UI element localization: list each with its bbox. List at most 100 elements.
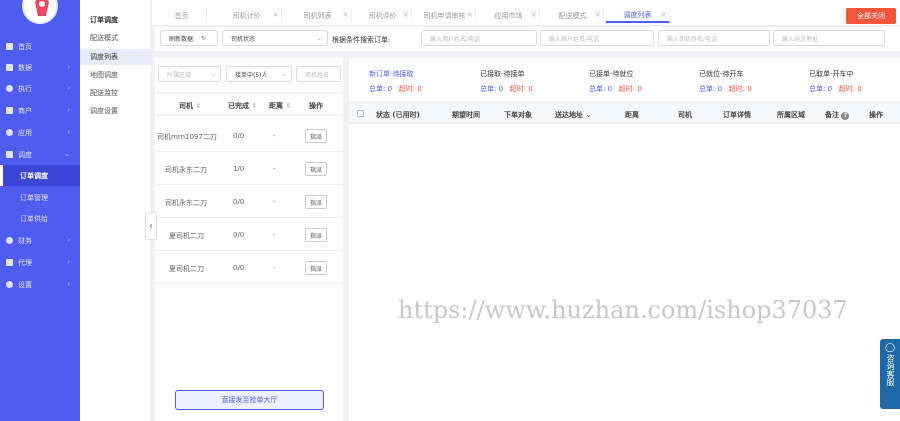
sidebar-item-label: 调度	[18, 150, 32, 159]
column-header-completed[interactable]: 已完成 ⇕	[228, 101, 257, 111]
app-logo	[22, 0, 58, 24]
sidebar-item-label: 应用	[18, 128, 32, 137]
merchant-search-input[interactable]: 输入商户姓名/电话	[540, 30, 654, 46]
secondary-nav-item-dispatch-list[interactable]: 调度列表	[80, 49, 152, 65]
assign-button[interactable]: 指派	[305, 129, 327, 143]
order-table-header: 状态 (已用时) 期望时间 下单对象 送达地址 ⌄ 距离 司机 订单详情 所属区…	[349, 102, 900, 124]
chevron-down-icon: ⌄	[316, 34, 322, 42]
collapse-panel-icon[interactable]: ‹	[145, 212, 157, 240]
stat-timeout: 超时: 0	[838, 85, 862, 93]
secondary-nav-item-dispatch-settings[interactable]: 调度设置	[80, 103, 152, 119]
sidebar-sub-order-supply[interactable]: 订单供给	[0, 208, 80, 229]
filter-bar: 刷新数据 ↻ 司机状态 ⌄ 根据条件搜索订单: 输入用户姓名/电话 输入商户姓名/电…	[155, 27, 900, 51]
tab-label: 调度列表	[623, 10, 652, 19]
region-select[interactable]: 所属区域 ⌄	[158, 66, 221, 82]
chevron-down-icon: ⌄	[64, 150, 70, 158]
sidebar-item-merchant[interactable]: 商户 ›	[0, 100, 80, 121]
column-header-distance[interactable]: 距离 ⇕	[269, 101, 291, 111]
sidebar-item-home[interactable]: 首页	[0, 36, 80, 57]
home-icon	[6, 43, 13, 50]
close-icon[interactable]: ×	[402, 10, 409, 19]
shop-icon	[6, 107, 13, 114]
stat-counts: 总单: 0 超时: 0	[480, 84, 533, 94]
sidebar-item-label: 财务	[18, 236, 32, 245]
table-row: 司机永东二刀 1/0 - 指派	[155, 153, 343, 185]
stat-awaiting-arrival[interactable]: 已接单-待就位 总单: 0 超时: 0	[589, 69, 642, 93]
sidebar-item-apps[interactable]: 应用 ›	[0, 122, 80, 143]
stat-accepted[interactable]: 已接取-待接单 总单: 0 超时: 0	[480, 69, 533, 93]
close-icon[interactable]: ×	[530, 10, 537, 19]
tab-driver-application[interactable]: 司机申请审核 ×	[414, 8, 476, 23]
refresh-button[interactable]: 刷新数据 ↻	[160, 30, 218, 46]
sidebar-item-data[interactable]: 数据 ›	[0, 57, 80, 78]
send-to-grab-hall-button[interactable]: 直接发至抢单大厅	[175, 390, 324, 410]
close-icon[interactable]: ×	[272, 10, 279, 19]
tab-driver-list[interactable]: 司机列表 ×	[284, 8, 352, 23]
sidebar-item-finance[interactable]: 财务 ›	[0, 230, 80, 251]
accepting-select-value: 接单中(5)人	[235, 71, 268, 79]
assign-button[interactable]: 指派	[305, 228, 327, 242]
column-header-region: 所属区域	[777, 111, 805, 119]
consult-service-button[interactable]: ◯ 咨询客服	[880, 339, 900, 409]
close-icon[interactable]: ×	[660, 10, 667, 19]
stat-total: 总单: 0	[809, 85, 833, 93]
column-header-order-detail: 订单详情	[723, 111, 751, 119]
assign-button[interactable]: 指派	[305, 162, 327, 176]
driver-name: 夏司机二刀	[169, 265, 204, 273]
column-header-order-target: 下单对象	[504, 111, 532, 119]
driver-search-input[interactable]: 输入司机姓名/电话	[658, 30, 770, 46]
column-header-action: 操作	[869, 111, 883, 119]
driver-name: 司机mrn1097二刀	[157, 133, 217, 141]
driver-status-select[interactable]: 司机状态 ⌄	[222, 30, 328, 46]
completed-count: 1/0	[233, 165, 245, 173]
tab-driver-review[interactable]: 司机评价 ×	[354, 8, 412, 23]
column-header-status: 状态 (已用时)	[376, 111, 420, 119]
order-panel: 新订单-待接取 总单: 0 超时: 0 已接取-待接单 总单: 0 超时: 0 已接…	[349, 58, 900, 421]
assign-button[interactable]: 指派	[305, 195, 327, 209]
close-icon[interactable]: ×	[594, 10, 601, 19]
table-row: 夏司机二刀 0/0 - 指派	[155, 252, 343, 284]
secondary-nav-heading: 订单调度	[90, 16, 118, 24]
close-icon[interactable]: ×	[466, 10, 473, 19]
secondary-nav-item-map-dispatch[interactable]: 地图调度	[80, 67, 152, 83]
sidebar-item-agent[interactable]: 代理 ›	[0, 252, 80, 273]
secondary-nav-item-delivery-mode[interactable]: 配送模式	[80, 30, 152, 46]
chart-icon	[6, 64, 13, 71]
chevron-right-icon: ›	[67, 236, 70, 244]
table-row: 司机mrn1097二刀 0/0 - 指派	[155, 120, 343, 152]
help-icon[interactable]: ?	[841, 112, 850, 120]
sidebar-sub-order-manage[interactable]: 订单管理	[0, 187, 80, 208]
tab-home[interactable]: 首页	[157, 8, 207, 23]
driver-table-header: 司机 ⇕ 已完成 ⇕ 距离 ⇕ 操作	[155, 92, 343, 116]
column-header-driver[interactable]: 司机 ⇕	[179, 101, 201, 111]
user-search-input[interactable]: 输入用户姓名/电话	[421, 30, 537, 46]
accepting-drivers-select[interactable]: 接单中(5)人 ⌄	[226, 66, 292, 82]
close-icon[interactable]: ×	[342, 10, 349, 19]
address-search-input[interactable]: 输入运送地址	[773, 30, 885, 46]
tab-delivery-mode[interactable]: 配送模式 ×	[542, 8, 604, 23]
sidebar-sub-order-dispatch[interactable]: 订单调度	[0, 165, 80, 186]
sidebar-item-settings[interactable]: 设置 ›	[0, 274, 80, 295]
assign-button[interactable]: 指派	[305, 261, 327, 275]
stat-driving[interactable]: 已取单-开车中 总单: 0 超时: 0	[809, 69, 862, 93]
column-header-address[interactable]: 送达地址 ⌄	[555, 110, 591, 120]
completed-count: 0/0	[233, 132, 245, 140]
close-all-button[interactable]: 全部关闭	[846, 8, 896, 24]
sidebar-item-dispatch[interactable]: 调度 ⌄	[0, 144, 80, 165]
app-root: 首页 数据 › 执行 › 商户 › 应用 › 调度 ⌄ 订单调度 订单管理 订单供给 财务…	[0, 0, 900, 421]
distance-value: -	[273, 165, 276, 173]
sidebar-item-execute[interactable]: 执行 ›	[0, 78, 80, 99]
tab-driver-pricing[interactable]: 司机计价 ×	[212, 8, 282, 23]
driver-name-input[interactable]: 司机姓名	[296, 66, 341, 82]
tab-label: 首页	[174, 11, 189, 20]
stat-new-orders[interactable]: 新订单-待接取 总单: 0 超时: 0	[369, 69, 422, 93]
driver-name: 司机永东二刀	[165, 199, 207, 207]
stat-arrived[interactable]: 已就位-待开车 总单: 0 超时: 0	[699, 69, 752, 93]
tab-dispatch-list[interactable]: 调度列表 ×	[606, 8, 670, 23]
sort-icon: ⇕	[251, 102, 258, 110]
schedule-icon	[6, 151, 13, 158]
tab-app-market[interactable]: 应用市场 ×	[478, 8, 540, 23]
select-all-checkbox[interactable]	[357, 110, 364, 117]
secondary-nav-item-delivery-monitor[interactable]: 配送监控	[80, 85, 152, 101]
column-header-action: 操作	[309, 102, 323, 110]
